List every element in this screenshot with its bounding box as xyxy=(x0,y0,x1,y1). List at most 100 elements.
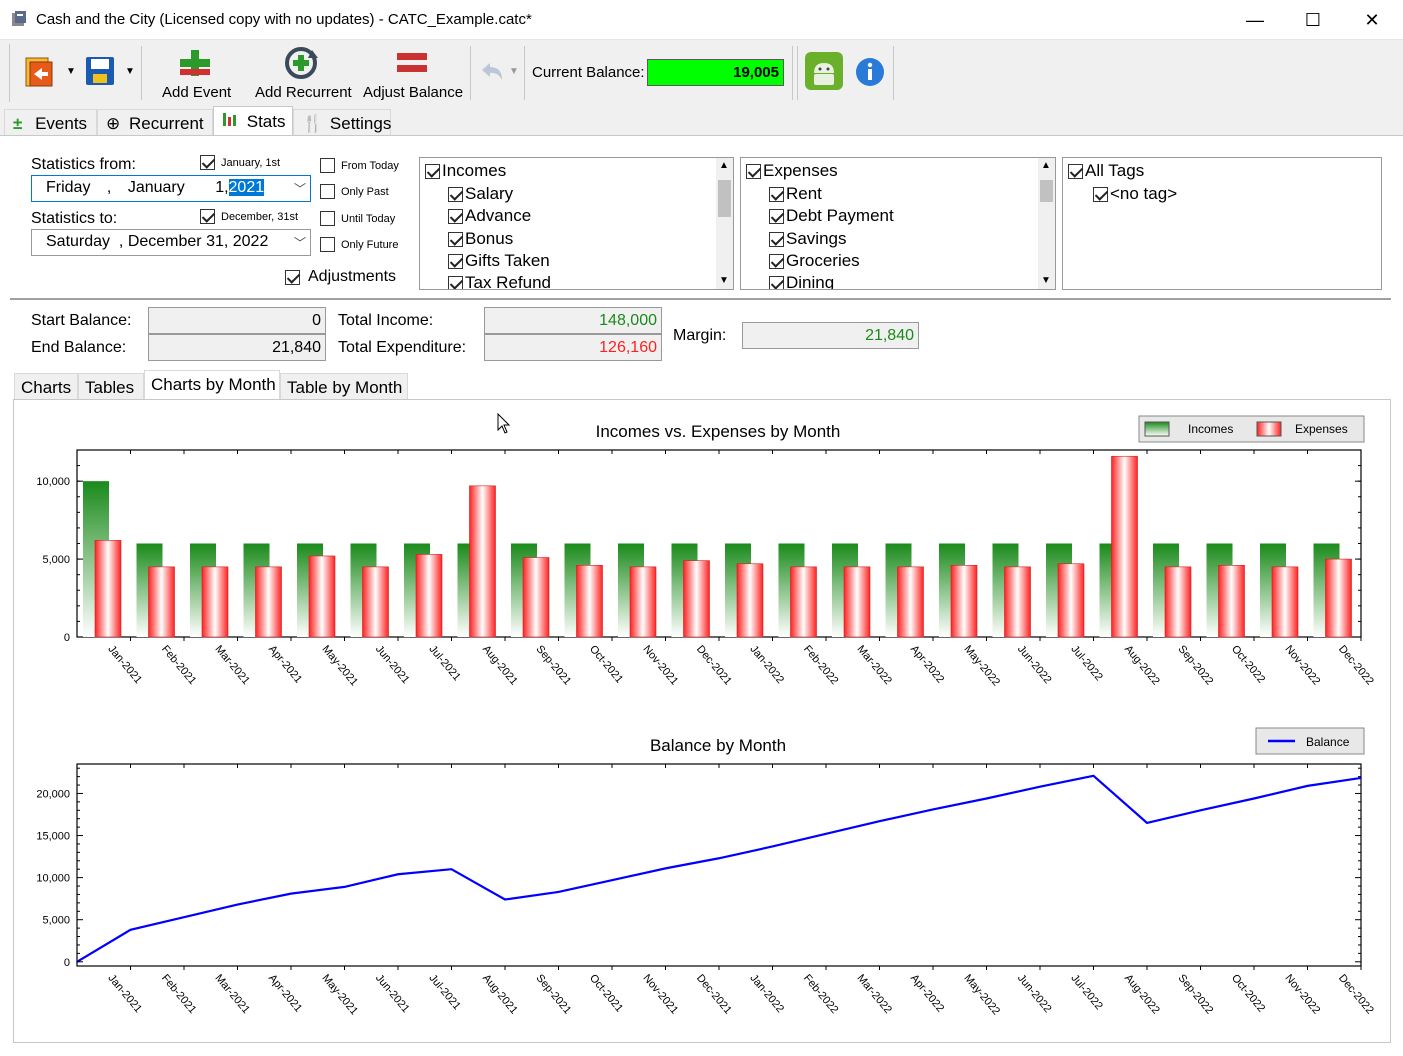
add-recurrent-button[interactable]: Add Recurrent xyxy=(252,44,352,104)
checkbox-icon xyxy=(320,184,335,199)
x-tick-label: Oct-2021 xyxy=(587,643,625,685)
chevron-down-icon[interactable]: ﹀ xyxy=(294,234,306,251)
open-file-icon[interactable] xyxy=(22,54,58,90)
x-tick-label: Jun-2022 xyxy=(1015,643,1054,686)
tab-tables[interactable]: Tables xyxy=(78,373,144,399)
tab-events-label: Events xyxy=(35,114,88,133)
end-balance-value: 21,840 xyxy=(148,334,326,361)
stats-icon xyxy=(223,113,236,126)
tree-item-savings[interactable]: Savings xyxy=(769,229,846,249)
x-tick-label: May-2022 xyxy=(961,972,1002,1017)
bar-expenses xyxy=(201,566,229,638)
y-tick-label: 0 xyxy=(64,957,70,969)
expenses-scrollbar[interactable]: ▲ ▼ xyxy=(1038,158,1055,289)
start-balance-label: Start Balance: xyxy=(31,312,132,329)
tree-item-bonus[interactable]: Bonus xyxy=(448,229,513,249)
adjustments-checkbox[interactable]: Adjustments xyxy=(285,268,396,286)
balance-point xyxy=(825,833,827,835)
x-tick-label: Jun-2021 xyxy=(373,643,412,686)
equals-icon xyxy=(397,53,427,72)
x-tick-label: Dec-2021 xyxy=(694,643,734,687)
save-dropdown-icon[interactable]: ▼ xyxy=(125,66,135,77)
to-quick-checkbox[interactable]: December, 31st xyxy=(200,209,298,224)
tab-stats-label: Stats xyxy=(246,112,286,131)
tab-settings[interactable]: 🍴 Settings xyxy=(293,109,391,135)
tree-item-gifts-taken[interactable]: Gifts Taken xyxy=(448,251,550,271)
tree-item-no-tag[interactable]: <no tag> xyxy=(1093,184,1177,204)
x-tick-label: Nov-2022 xyxy=(1282,972,1322,1016)
tags-tree[interactable]: All Tags <no tag> xyxy=(1062,157,1382,290)
to-date-value: Saturday , December 31, 2022 xyxy=(46,233,269,250)
toolbar-separator xyxy=(141,46,142,100)
close-button[interactable]: ✕ xyxy=(1343,0,1401,40)
tree-item-debt-payment[interactable]: Debt Payment xyxy=(769,206,894,226)
maximize-button[interactable]: ☐ xyxy=(1284,0,1342,40)
tree-item-salary[interactable]: Salary xyxy=(448,184,513,204)
x-tick-label: Nov-2021 xyxy=(640,972,680,1016)
tab-charts-by-month[interactable]: Charts by Month xyxy=(144,370,280,400)
bar-expenses xyxy=(629,566,657,638)
balance-point xyxy=(1146,822,1148,824)
scroll-up-icon[interactable]: ▲ xyxy=(719,160,729,171)
balance-point xyxy=(129,929,132,931)
tree-item-incomes[interactable]: Incomes xyxy=(425,161,506,181)
bar-expenses xyxy=(897,566,924,638)
x-tick-label: Dec-2022 xyxy=(1336,643,1376,687)
checkbox-icon xyxy=(746,163,761,179)
chevron-down-icon[interactable]: ﹀ xyxy=(294,180,306,197)
until-today-checkbox[interactable]: Until Today xyxy=(320,211,395,226)
tree-item-advance[interactable]: Advance xyxy=(448,206,531,226)
scroll-down-icon[interactable]: ▼ xyxy=(1041,275,1051,286)
scroll-thumb[interactable] xyxy=(1040,180,1053,202)
balance-point xyxy=(557,891,560,893)
tree-item-dining[interactable]: Dining xyxy=(769,273,834,289)
tab-recurrent[interactable]: ⊕ Recurrent xyxy=(97,109,213,135)
adjust-balance-button[interactable]: Adjust Balance xyxy=(360,44,464,104)
incomes-scrollbar[interactable]: ▲ ▼ xyxy=(716,158,733,289)
expenses-tree[interactable]: Expenses Rent Debt Payment Savings Groce… xyxy=(740,157,1056,290)
incomes-tree[interactable]: Incomes Salary Advance Bonus Gifts Taken… xyxy=(419,157,734,290)
tab-stats[interactable]: Stats xyxy=(213,106,293,136)
current-balance-value: 19,005 xyxy=(647,59,784,86)
scroll-up-icon[interactable]: ▲ xyxy=(1041,160,1051,171)
only-future-label: Only Future xyxy=(341,238,399,251)
tab-charts[interactable]: Charts xyxy=(14,373,78,399)
undo-dropdown-icon[interactable]: ▼ xyxy=(509,66,519,77)
only-past-checkbox[interactable]: Only Past xyxy=(320,184,389,199)
tree-item-groceries[interactable]: Groceries xyxy=(769,251,860,271)
add-event-button[interactable]: Add Event xyxy=(158,44,234,104)
checkbox-icon xyxy=(769,208,784,224)
x-tick-label: Nov-2022 xyxy=(1282,643,1322,687)
balance-point xyxy=(1360,777,1362,779)
checkbox-icon xyxy=(448,186,463,202)
x-tick-label: Apr-2022 xyxy=(908,972,946,1014)
tree-item-expenses[interactable]: Expenses xyxy=(746,161,838,181)
tab-table-by-month[interactable]: Table by Month xyxy=(280,373,408,399)
android-icon[interactable] xyxy=(804,51,844,91)
undo-icon[interactable] xyxy=(478,60,506,84)
scroll-down-icon[interactable]: ▼ xyxy=(719,275,729,286)
save-icon[interactable] xyxy=(84,55,116,87)
open-dropdown-icon[interactable]: ▼ xyxy=(66,66,76,77)
from-today-checkbox[interactable]: From Today xyxy=(320,158,399,173)
tab-events[interactable]: ± Events xyxy=(4,109,97,135)
statistics-from-date[interactable]: Friday , January 1,2021 ﹀ xyxy=(31,175,311,202)
statistics-to-label: Statistics to: xyxy=(31,210,118,227)
x-tick-label: Jul-2021 xyxy=(426,972,462,1012)
y-tick-label: 15,000 xyxy=(36,831,70,843)
adjustments-label: Adjustments xyxy=(308,268,397,285)
x-tick-label: Jan-2021 xyxy=(105,972,144,1015)
tree-item-tax-refund[interactable]: Tax Refund xyxy=(448,273,551,289)
x-tick-label: Sep-2022 xyxy=(1175,972,1215,1016)
minimize-button[interactable]: — xyxy=(1226,0,1284,40)
only-future-checkbox[interactable]: Only Future xyxy=(320,237,398,252)
balance-point xyxy=(932,808,934,811)
statistics-to-date[interactable]: Saturday , December 31, 2022 ﹀ xyxy=(31,229,311,256)
x-tick-label: Aug-2021 xyxy=(480,643,520,687)
tree-item-all-tags[interactable]: All Tags xyxy=(1068,161,1144,181)
tree-item-rent[interactable]: Rent xyxy=(769,184,822,204)
balance-point xyxy=(504,898,506,901)
info-icon[interactable] xyxy=(855,57,885,87)
scroll-thumb[interactable] xyxy=(718,180,731,217)
from-quick-checkbox[interactable]: January, 1st xyxy=(200,155,280,170)
